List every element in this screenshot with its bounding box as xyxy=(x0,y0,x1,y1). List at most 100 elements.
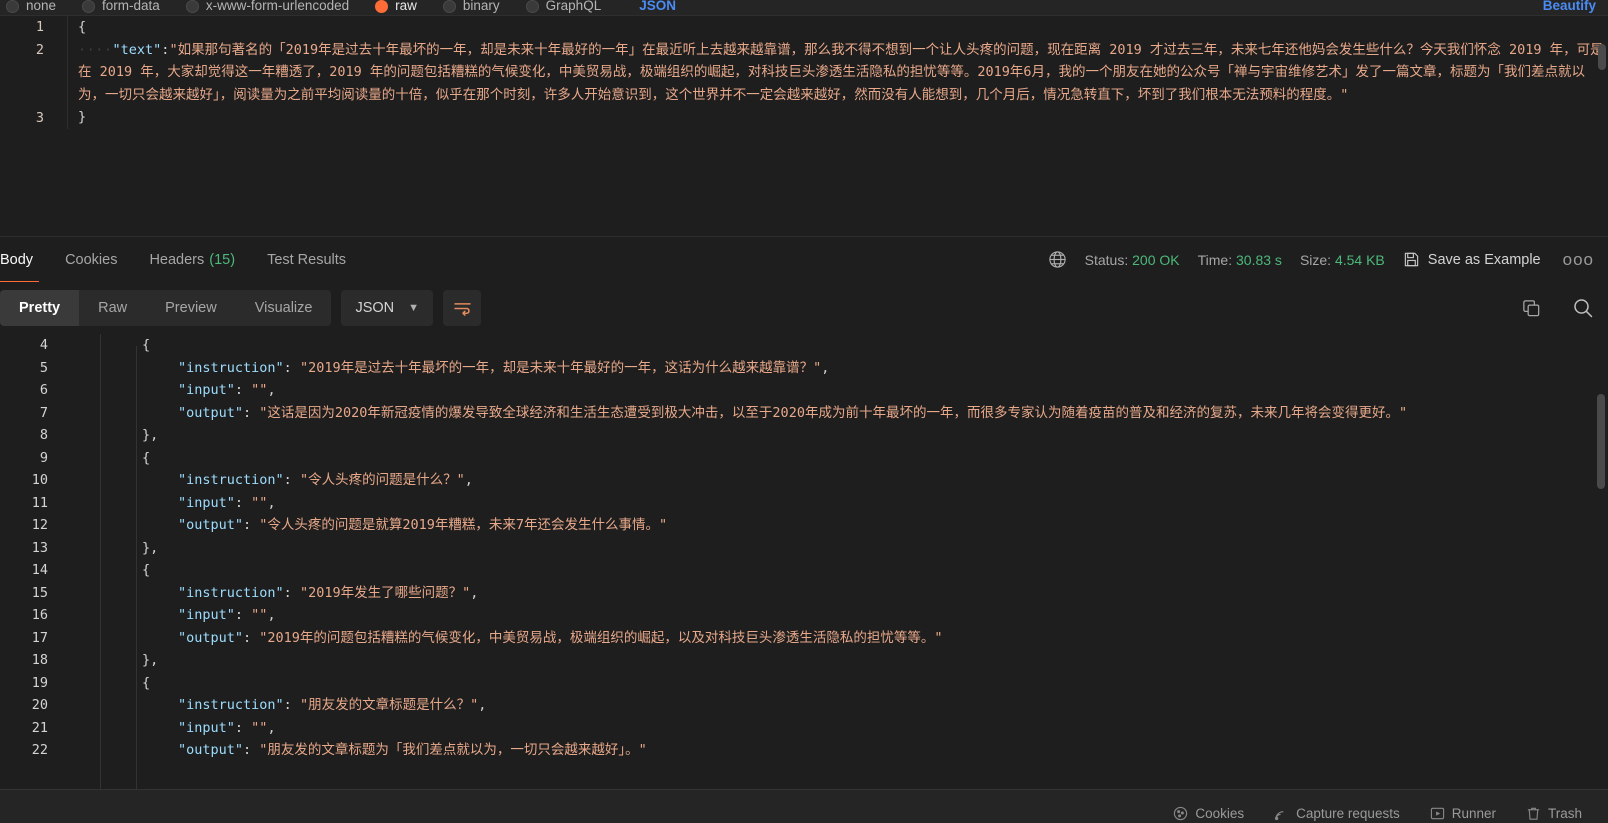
code-line[interactable]: "output": "这话是因为2020年新冠疫情的爆发导致全球经济和生活生态遭… xyxy=(70,402,1608,425)
tab-body[interactable]: Body xyxy=(0,237,49,283)
view-raw-button[interactable]: Raw xyxy=(79,290,146,326)
response-code[interactable]: {"instruction": "2019年是过去十年最坏的一年，却是未来十年最… xyxy=(60,334,1608,762)
body-type-option-urlencoded[interactable]: x-www-form-urlencoded xyxy=(185,0,349,13)
globe-icon[interactable] xyxy=(1048,250,1067,269)
response-stats: Status: 200 OK Time: 30.83 s Size: 4.54 … xyxy=(1048,250,1608,270)
body-type-option-none[interactable]: none xyxy=(6,0,56,13)
code-line[interactable]: "input": "", xyxy=(70,492,1608,515)
line-number: 9 xyxy=(39,449,48,466)
status-item-label: Capture requests xyxy=(1296,806,1400,821)
line-number: 21 xyxy=(31,719,48,736)
line-number: 7 xyxy=(39,404,48,421)
request-body-editor[interactable]: 1 2 3 {····"text":"如果那句著名的「2019年是过去十年最坏的一年… xyxy=(0,15,1608,228)
body-type-option-binary[interactable]: binary xyxy=(442,0,500,13)
status-capture-requests-button[interactable]: Capture requests xyxy=(1274,806,1400,821)
size-label: Size: xyxy=(1299,251,1332,268)
body-type-label: GraphQL xyxy=(545,0,602,13)
code-line[interactable]: { xyxy=(70,447,1608,470)
code-line[interactable]: "instruction": "朋友发的文章标题是什么？", xyxy=(70,694,1608,717)
status-value: 200 OK xyxy=(1132,251,1180,268)
line-number: 19 xyxy=(31,674,48,691)
view-visualize-button[interactable]: Visualize xyxy=(236,290,332,326)
language-value: JSON xyxy=(355,300,395,316)
code-line[interactable]: { xyxy=(70,559,1608,582)
status-cookies-button[interactable]: Cookies xyxy=(1173,806,1244,821)
save-as-example-label: Save as Example xyxy=(1427,251,1541,268)
line-number: 22 xyxy=(31,742,48,758)
response-line-numbers: 4 5 6 7 8 9 10 11 12 13 14 15 16 17 18 19 20 21 22 xyxy=(0,334,60,762)
code-line[interactable]: "input": "", xyxy=(70,717,1608,740)
code-line[interactable]: "input": "", xyxy=(70,604,1608,627)
radio-icon xyxy=(185,0,199,13)
response-actions xyxy=(1521,297,1594,319)
status-item-label: Trash xyxy=(1547,806,1582,821)
beautify-button[interactable]: Beautify xyxy=(1543,0,1608,12)
view-pretty-button[interactable]: Pretty xyxy=(0,290,80,326)
tab-headers[interactable]: Headers (15) xyxy=(133,237,251,283)
status-runner-button[interactable]: Runner xyxy=(1430,806,1496,821)
tab-test-results[interactable]: Test Results xyxy=(251,237,362,283)
request-scrollbar[interactable] xyxy=(1598,44,1606,70)
trash-icon xyxy=(1526,806,1541,821)
code-line[interactable]: "output": "2019年的问题包括糟糕的气候变化，中美贸易战，极端组织的… xyxy=(70,627,1608,650)
save-as-example-button[interactable]: Save as Example xyxy=(1403,251,1541,268)
cookie-icon xyxy=(1173,806,1188,821)
body-type-label: binary xyxy=(462,0,500,13)
time-value: 30.83 s xyxy=(1236,251,1282,268)
tab-label: Test Results xyxy=(267,251,347,268)
radio-selected-icon xyxy=(375,0,389,13)
size-value: 4.54 KB xyxy=(1334,251,1385,268)
line-number: 2 xyxy=(35,41,44,58)
body-type-option-raw[interactable]: raw xyxy=(375,0,417,13)
radio-icon xyxy=(6,0,19,13)
code-line[interactable]: ····"text":"如果那句著名的「2019年是过去十年最坏的一年，却是未来… xyxy=(78,39,1608,107)
headers-count-badge: (15) xyxy=(209,251,236,268)
line-number: 16 xyxy=(31,607,48,623)
code-line[interactable]: }, xyxy=(70,424,1608,447)
time-stat[interactable]: Time: 30.83 s xyxy=(1198,252,1282,268)
tab-cookies[interactable]: Cookies xyxy=(49,237,133,283)
line-number: 1 xyxy=(35,19,44,35)
body-type-option-form-data[interactable]: form-data xyxy=(82,0,160,13)
response-body-viewer[interactable]: 4 5 6 7 8 9 10 11 12 13 14 15 16 17 18 19 20 21 22 {"instr… xyxy=(0,334,1608,789)
size-stat[interactable]: Size: 4.54 KB xyxy=(1300,252,1385,268)
chevron-down-icon: ▼ xyxy=(408,302,420,314)
status-item-label: Cookies xyxy=(1195,806,1245,821)
code-line[interactable]: "output": "令人头疼的问题是就算2019年糟糕，未来7年还会发生什么事… xyxy=(70,514,1608,537)
code-line[interactable]: }, xyxy=(70,649,1608,672)
code-line[interactable]: "instruction": "令人头疼的问题是什么？", xyxy=(70,469,1608,492)
code-line[interactable]: "instruction": "2019年发生了哪些问题？", xyxy=(70,582,1608,605)
code-line[interactable]: "instruction": "2019年是过去十年最坏的一年，却是未来十年最好… xyxy=(70,357,1608,380)
code-line[interactable]: { xyxy=(70,672,1608,695)
language-select[interactable]: JSON ▼ xyxy=(341,290,434,326)
wrap-lines-button[interactable] xyxy=(443,290,482,326)
status-stat[interactable]: Status: 200 OK xyxy=(1085,252,1180,268)
code-line[interactable]: { xyxy=(78,16,1608,39)
line-number: 15 xyxy=(31,584,48,601)
status-trash-button[interactable]: Trash xyxy=(1526,806,1582,821)
body-type-option-graphql[interactable]: GraphQL xyxy=(525,0,602,13)
code-line[interactable]: } xyxy=(78,106,1608,129)
search-icon[interactable] xyxy=(1572,297,1594,319)
code-line[interactable]: "output": "朋友发的文章标题为「我们差点就以为，一切只会越来越好」。" xyxy=(70,739,1608,762)
code-line[interactable]: }, xyxy=(70,537,1608,560)
code-line[interactable]: "input": "", xyxy=(70,379,1608,402)
save-icon xyxy=(1403,251,1420,268)
request-code[interactable]: {····"text":"如果那句著名的「2019年是过去十年最坏的一年，却是未… xyxy=(68,16,1608,129)
line-number: 4 xyxy=(39,337,48,353)
copy-icon[interactable] xyxy=(1521,298,1542,319)
request-fold-column[interactable] xyxy=(56,16,68,129)
status-label: Status: xyxy=(1084,251,1129,268)
radio-icon xyxy=(82,0,96,13)
runner-icon xyxy=(1430,806,1445,821)
body-type-label: form-data xyxy=(102,0,160,13)
request-line-numbers: 1 2 3 xyxy=(0,16,56,129)
code-line[interactable]: { xyxy=(70,334,1608,357)
response-scrollbar[interactable] xyxy=(1597,394,1605,489)
raw-format-selector[interactable]: JSON xyxy=(639,0,676,12)
body-type-label: raw xyxy=(395,0,417,13)
more-options-icon[interactable]: ooo xyxy=(1563,250,1594,270)
response-tab-list: Body Cookies Headers (15) Test Results xyxy=(0,237,362,283)
view-preview-button[interactable]: Preview xyxy=(146,290,236,326)
body-type-radio-row: none form-data x-www-form-urlencoded raw… xyxy=(0,0,1608,15)
